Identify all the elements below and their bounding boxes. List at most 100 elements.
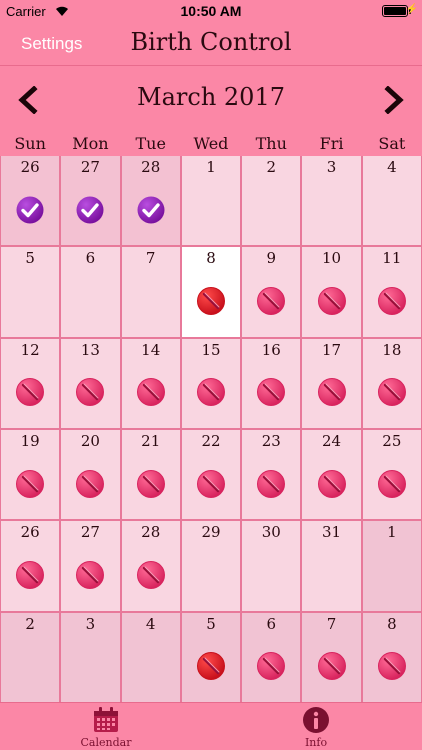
calendar-day[interactable]: 23 [242, 430, 301, 520]
day-number: 9 [266, 249, 277, 268]
page-title: Birth Control [130, 28, 292, 56]
day-number: 31 [322, 523, 342, 542]
calendar-day[interactable]: 4 [362, 156, 421, 246]
calendar-day[interactable]: 28 [121, 521, 180, 611]
tab-info[interactable]: Info [271, 705, 361, 749]
day-number: 13 [80, 340, 100, 359]
day-number: 2 [266, 158, 277, 176]
calendar-day[interactable]: 26 [1, 521, 60, 611]
calendar-day[interactable]: 1 [181, 156, 241, 246]
day-number: 24 [322, 432, 342, 450]
pill-icon [75, 560, 105, 590]
day-number: 29 [201, 523, 221, 542]
navigation-bar: Settings Birth Control [0, 22, 422, 66]
calendar-day[interactable]: 20 [61, 430, 120, 520]
calendar-day[interactable]: 29 [181, 521, 241, 611]
tab-calendar-label: Calendar [80, 736, 132, 749]
calendar-day[interactable]: 27 [61, 521, 120, 611]
day-number: 19 [20, 432, 40, 450]
pill-icon [256, 286, 286, 316]
calendar-day[interactable]: 19 [1, 430, 60, 520]
pill-icon [377, 286, 407, 316]
calendar-day[interactable]: 5 [181, 612, 241, 702]
day-number: 27 [80, 523, 100, 542]
calendar-day[interactable]: 26 [1, 156, 60, 246]
day-number: 26 [20, 158, 40, 176]
day-number: 4 [145, 614, 156, 633]
calendar-day[interactable]: 31 [302, 521, 361, 611]
calendar-day[interactable]: 6 [242, 612, 301, 702]
calendar-day[interactable]: 3 [302, 156, 361, 246]
calendar-day[interactable]: 28 [121, 156, 180, 246]
weekday-mon: Mon [72, 134, 109, 153]
calendar-day[interactable]: 27 [61, 156, 120, 246]
pill-icon [196, 377, 226, 407]
calendar-day[interactable]: 2 [242, 156, 301, 246]
weekday-tue: Tue [135, 134, 166, 153]
day-number: 1 [206, 158, 216, 176]
pill-icon [15, 469, 45, 499]
weekday-header: Sun Mon Tue Wed Thu Fri Sat [0, 134, 422, 156]
pill-icon [377, 377, 407, 407]
calendar-day[interactable]: 9 [242, 247, 301, 337]
pill-icon [256, 469, 286, 499]
calendar-day[interactable]: 17 [302, 338, 361, 428]
pill-today-icon [196, 286, 226, 316]
day-number: 23 [261, 432, 281, 450]
day-number: 28 [141, 158, 161, 176]
day-number: 28 [141, 523, 161, 542]
tab-calendar[interactable]: Calendar [61, 705, 151, 749]
pill-icon [136, 469, 166, 499]
battery-icon [382, 5, 411, 17]
pill-icon [317, 377, 347, 407]
calendar-day[interactable]: 18 [362, 338, 421, 428]
day-number: 2 [25, 614, 35, 633]
day-number: 5 [206, 614, 216, 633]
status-time: 10:50 AM [180, 3, 242, 19]
day-number: 21 [141, 432, 161, 450]
calendar-day[interactable]: 7 [121, 247, 180, 337]
calendar-day[interactable]: 1 [362, 521, 421, 611]
calendar-day[interactable]: 24 [302, 430, 361, 520]
calendar-day[interactable]: 22 [181, 430, 241, 520]
calendar-day[interactable]: 14 [121, 338, 180, 428]
calendar-day[interactable]: 25 [362, 430, 421, 520]
pill-icon [15, 377, 45, 407]
month-header: March 2017 [0, 66, 422, 134]
day-number: 6 [85, 249, 96, 268]
day-number: 17 [322, 340, 342, 359]
calendar-day[interactable]: 12 [1, 338, 60, 428]
calendar-day[interactable]: 10 [302, 247, 361, 337]
next-month-icon[interactable] [382, 86, 406, 114]
calendar-day[interactable]: 7 [302, 612, 361, 702]
day-number: 20 [80, 432, 100, 450]
day-number: 22 [201, 432, 221, 450]
calendar-day[interactable]: 15 [181, 338, 241, 428]
status-bar: Carrier 10:50 AM ⚡ [0, 0, 422, 22]
calendar-day[interactable]: 6 [61, 247, 120, 337]
pill-icon [15, 560, 45, 590]
calendar-day[interactable]: 13 [61, 338, 120, 428]
calendar-day[interactable]: 30 [242, 521, 301, 611]
weekday-sat: Sat [378, 134, 406, 153]
calendar-day[interactable]: 16 [242, 338, 301, 428]
day-number: 3 [326, 158, 337, 176]
info-icon [303, 707, 329, 733]
charging-icon: ⚡ [405, 4, 418, 15]
taken-check-icon [75, 195, 105, 225]
pill-icon [317, 469, 347, 499]
calendar-day[interactable]: 21 [121, 430, 180, 520]
weekday-wed: Wed [193, 134, 229, 153]
calendar-day[interactable]: 5 [1, 247, 60, 337]
calendar-day[interactable]: 2 [1, 612, 60, 702]
day-number: 18 [382, 340, 402, 359]
day-number: 30 [261, 523, 281, 542]
day-number: 12 [20, 340, 40, 359]
day-number: 16 [261, 340, 281, 359]
calendar-day[interactable]: 3 [61, 612, 120, 702]
calendar-day[interactable]: 4 [121, 612, 180, 702]
day-number: 8 [206, 249, 216, 268]
calendar-day[interactable]: 8 [181, 247, 241, 337]
calendar-day[interactable]: 8 [362, 612, 421, 702]
calendar-day[interactable]: 11 [362, 247, 421, 337]
